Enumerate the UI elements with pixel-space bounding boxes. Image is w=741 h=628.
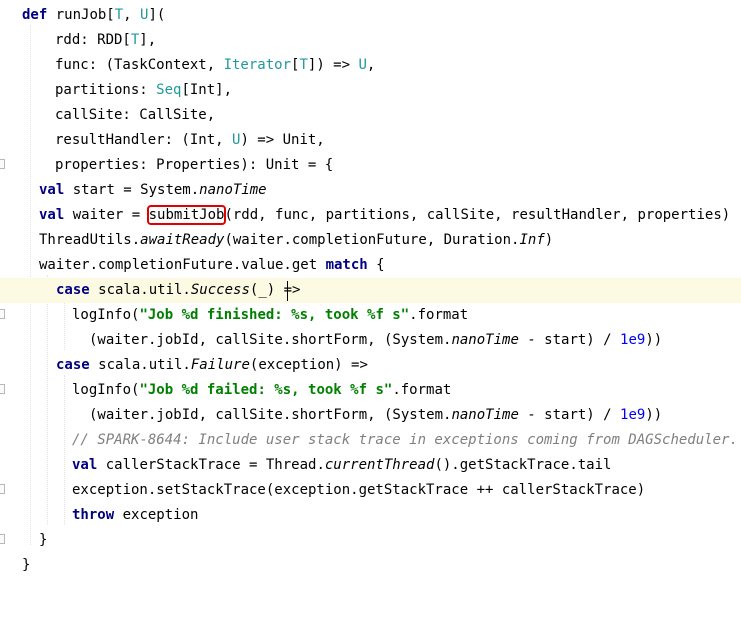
code-line[interactable]: callSite: CallSite, <box>0 103 741 128</box>
code-line[interactable]: } <box>0 528 741 553</box>
code-text: rdd: RDD[T], <box>55 32 157 48</box>
code-line[interactable]: case scala.util.Failure(exception) => <box>0 353 741 378</box>
code-text: val waiter = submitJob(rdd, func, partit… <box>39 205 731 225</box>
code-line[interactable]: logInfo("Job %d finished: %s, took %f s"… <box>0 303 741 328</box>
code-line[interactable]: properties: Properties): Unit = { <box>0 153 741 178</box>
code-text: val start = System.nanoTime <box>39 182 267 198</box>
code-text: waiter.completionFuture.value.get match … <box>39 257 385 273</box>
code-text: val callerStackTrace = Thread.currentThr… <box>72 457 612 473</box>
code-text: } <box>22 557 31 573</box>
code-line[interactable]: (waiter.jobId, callSite.shortForm, (Syst… <box>0 328 741 353</box>
code-text: ThreadUtils.awaitReady(waiter.completion… <box>39 232 554 248</box>
code-text: properties: Properties): Unit = { <box>55 157 334 173</box>
code-line[interactable]: exception.setStackTrace(exception.getSta… <box>0 478 741 503</box>
code-text: func: (TaskContext, Iterator[T]) => U, <box>55 57 376 73</box>
code-line[interactable]: } <box>0 553 741 578</box>
code-text: } <box>39 532 48 548</box>
code-text: logInfo("Job %d failed: %s, took %f s".f… <box>72 382 452 398</box>
current-code-line[interactable]: case scala.util.Success(_) => <box>0 278 741 303</box>
code-text: logInfo("Job %d finished: %s, took %f s"… <box>72 307 469 323</box>
code-line[interactable]: val start = System.nanoTime <box>0 178 741 203</box>
code-line[interactable]: partitions: Seq[Int], <box>0 78 741 103</box>
code-text: // SPARK-8644: Include user stack trace … <box>72 432 738 448</box>
code-text: def runJob[T, U]( <box>22 7 166 23</box>
text-caret <box>287 281 288 301</box>
code-text: callSite: CallSite, <box>55 107 216 123</box>
code-line[interactable]: resultHandler: (Int, U) => Unit, <box>0 128 741 153</box>
code-line[interactable]: // SPARK-8644: Include user stack trace … <box>0 428 741 453</box>
code-line[interactable]: val waiter = submitJob(rdd, func, partit… <box>0 203 741 228</box>
code-text: (waiter.jobId, callSite.shortForm, (Syst… <box>89 407 663 423</box>
code-text: throw exception <box>72 507 199 523</box>
code-line[interactable]: def runJob[T, U]( <box>0 3 741 28</box>
code-line[interactable]: waiter.completionFuture.value.get match … <box>0 253 741 278</box>
code-text: exception.setStackTrace(exception.getSta… <box>72 482 646 498</box>
code-text: case scala.util.Success(_) => <box>56 282 301 298</box>
code-line[interactable]: ThreadUtils.awaitReady(waiter.completion… <box>0 228 741 253</box>
code-line[interactable]: rdd: RDD[T], <box>0 28 741 53</box>
highlighted-token[interactable]: submitJob <box>146 205 227 225</box>
code-text: case scala.util.Failure(exception) => <box>56 357 368 373</box>
code-line[interactable]: val callerStackTrace = Thread.currentThr… <box>0 453 741 478</box>
code-text: partitions: Seq[Int], <box>55 82 233 98</box>
code-text: resultHandler: (Int, U) => Unit, <box>55 132 325 148</box>
code-line[interactable]: func: (TaskContext, Iterator[T]) => U, <box>0 53 741 78</box>
code-editor[interactable]: def runJob[T, U]( rdd: RDD[T], func: (Ta… <box>0 0 741 573</box>
code-text: (waiter.jobId, callSite.shortForm, (Syst… <box>89 332 663 348</box>
code-line[interactable]: logInfo("Job %d failed: %s, took %f s".f… <box>0 378 741 403</box>
code-line[interactable]: throw exception <box>0 503 741 528</box>
code-line[interactable]: (waiter.jobId, callSite.shortForm, (Syst… <box>0 403 741 428</box>
